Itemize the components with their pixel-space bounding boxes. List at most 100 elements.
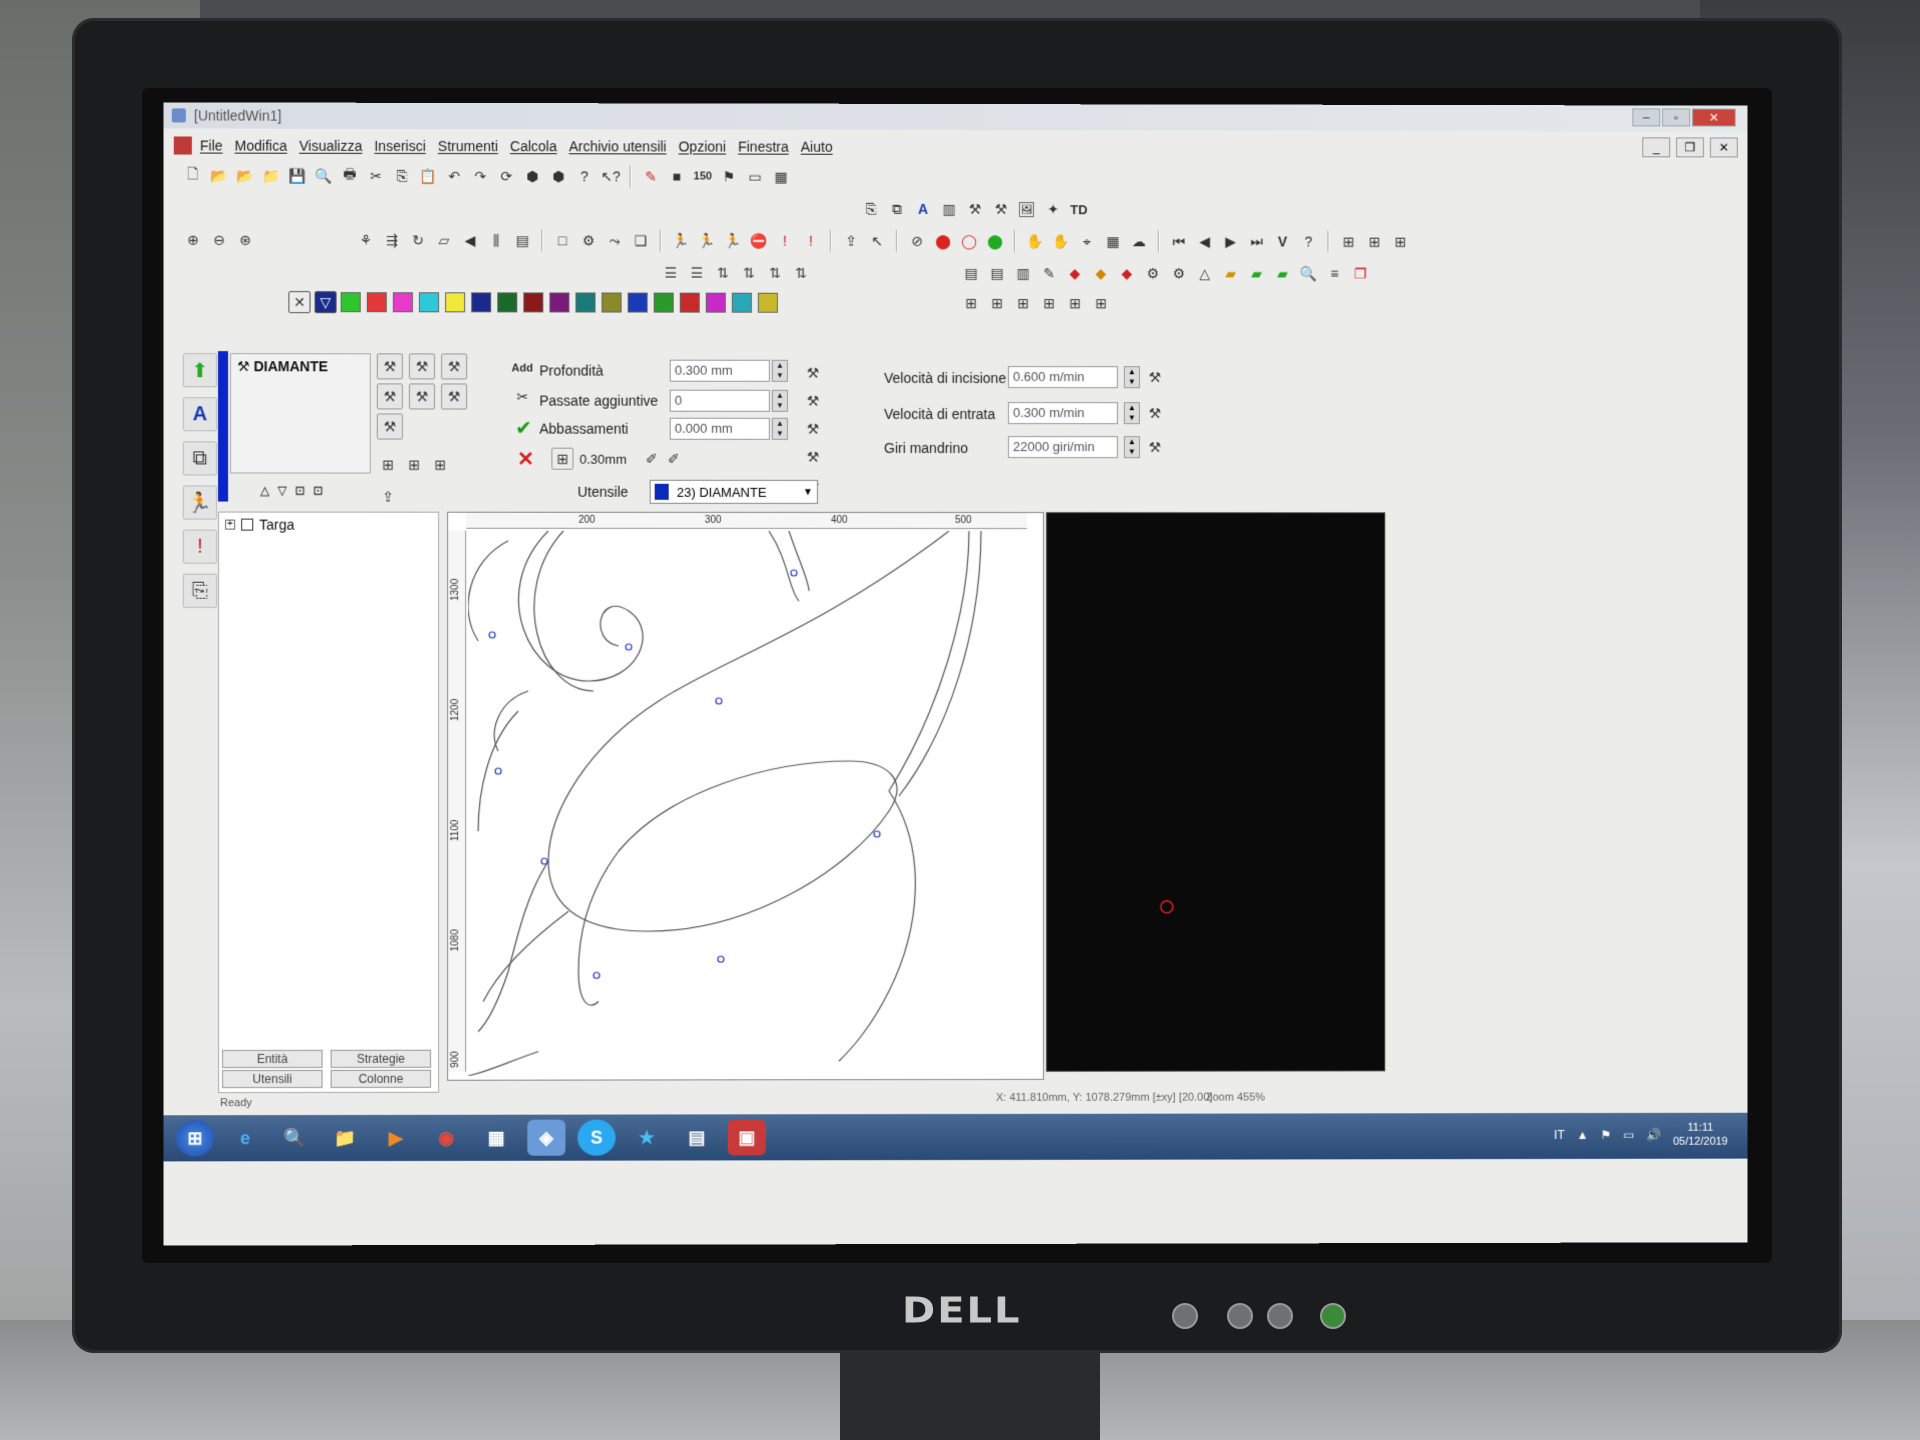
color-swatch[interactable]: [523, 292, 544, 313]
menu-visualizza[interactable]: Visualizza: [299, 138, 362, 154]
vector-drawing[interactable]: [468, 530, 1025, 1076]
notepad-icon[interactable]: ▤: [678, 1119, 716, 1155]
color-swatch[interactable]: [392, 292, 413, 313]
copy-icon[interactable]: ⎘: [391, 165, 413, 187]
giri-spinner[interactable]: ▲ ▼: [1123, 436, 1140, 459]
mdi-close-button[interactable]: ✕: [1709, 137, 1738, 158]
alert-icon[interactable]: !: [774, 230, 796, 252]
skype-icon[interactable]: S: [577, 1119, 616, 1156]
menu-calcola[interactable]: Calcola: [510, 138, 557, 154]
tab-strategie[interactable]: Strategie: [330, 1049, 432, 1068]
box-icon[interactable]: ▰: [1220, 262, 1242, 284]
flag-icon[interactable]: ⚑: [718, 166, 740, 188]
add-icon[interactable]: Add: [511, 357, 533, 379]
edit-icon[interactable]: ✎: [1038, 262, 1060, 284]
box-icon[interactable]: ▰: [1246, 262, 1268, 284]
language-indicator[interactable]: IT: [1554, 1128, 1565, 1142]
export-icon[interactable]: ⇪: [840, 230, 862, 252]
menu-aiuto[interactable]: Aiuto: [801, 139, 833, 155]
start-point-marker[interactable]: [789, 568, 798, 577]
color-swatch[interactable]: [757, 292, 778, 313]
no-color-icon[interactable]: ✕: [288, 291, 311, 314]
list-option-icon[interactable]: ⊡: [295, 484, 305, 498]
run-icon[interactable]: 🏃: [696, 230, 718, 252]
folder-icon[interactable]: 📁: [260, 165, 282, 187]
open-folder-icon[interactable]: 📂: [208, 165, 230, 187]
engraving-app-icon[interactable]: ▣: [727, 1119, 766, 1156]
search-icon[interactable]: 🔍: [276, 1120, 314, 1156]
select-icon[interactable]: ⌖: [1076, 230, 1098, 252]
color-swatch[interactable]: [340, 292, 361, 313]
picture-icon[interactable]: 🖼: [1016, 198, 1038, 220]
color-swatch[interactable]: [601, 292, 622, 313]
search-icon[interactable]: 🔍: [1298, 263, 1320, 285]
previous-icon[interactable]: ◀: [1194, 230, 1216, 252]
image-icon[interactable]: ▭: [744, 166, 766, 188]
color-swatch[interactable]: [575, 292, 596, 313]
save-icon[interactable]: 💾: [286, 165, 308, 187]
monitor-button[interactable]: [1227, 1303, 1253, 1329]
iso-150-icon[interactable]: 150: [692, 166, 714, 188]
context-help-icon[interactable]: ↖?: [600, 165, 622, 187]
sequence-icon[interactable]: ⊞: [377, 454, 399, 476]
new-file-icon[interactable]: 🗋: [182, 165, 204, 187]
shape-icon[interactable]: ☁: [1128, 230, 1150, 252]
text-align-icon[interactable]: ⊞: [1090, 292, 1112, 314]
chart-icon[interactable]: ▥: [938, 198, 960, 220]
print-icon[interactable]: 🖶: [339, 165, 361, 187]
monitor-button[interactable]: [1267, 1303, 1293, 1329]
profondita-field[interactable]: 0.300 mm: [669, 359, 770, 382]
alert-icon[interactable]: !: [800, 230, 822, 252]
cad-app-icon[interactable]: ◈: [527, 1119, 566, 1156]
undo-icon[interactable]: ↶: [443, 165, 465, 187]
copy-icon[interactable]: ⎘: [860, 198, 882, 220]
network-icon[interactable]: ▭: [1623, 1128, 1634, 1142]
text-align-icon[interactable]: ⊞: [960, 292, 982, 314]
menu-modifica[interactable]: Modifica: [235, 138, 287, 154]
marker-icon[interactable]: ◆: [1116, 262, 1138, 284]
start-button-icon[interactable]: ⊞: [175, 1120, 215, 1157]
first-icon[interactable]: ⏮: [1168, 230, 1190, 252]
chevron-up-icon[interactable]: ▲: [1577, 1128, 1589, 1142]
color-swatch[interactable]: [731, 292, 752, 313]
passate-spinner[interactable]: ▲ ▼: [771, 389, 788, 412]
volume-icon[interactable]: 🔊: [1646, 1128, 1661, 1142]
color-swatch[interactable]: [366, 292, 387, 313]
hand-icon[interactable]: ✋: [1024, 230, 1046, 252]
abbassamenti-field[interactable]: 0.000 mm: [669, 417, 770, 440]
box-icon[interactable]: ▰: [1272, 262, 1294, 284]
mdi-restore-button[interactable]: ❐: [1676, 137, 1704, 158]
duplicate-icon[interactable]: ⧉: [182, 441, 218, 476]
color-swatch[interactable]: [705, 292, 726, 313]
zoom-in-icon[interactable]: ⊕: [182, 229, 204, 251]
tool-list[interactable]: ⚒ DIAMANTE: [230, 353, 371, 474]
monitor-power-button[interactable]: [1320, 1303, 1346, 1329]
sort-icon[interactable]: ⇅: [712, 262, 734, 284]
list-icon[interactable]: ☰: [686, 262, 708, 284]
check-icon[interactable]: V: [1272, 231, 1294, 253]
color-swatch[interactable]: [497, 292, 518, 313]
tool-icon[interactable]: ⚒: [408, 353, 436, 380]
text-icon[interactable]: A: [912, 198, 934, 220]
layers-icon[interactable]: ▦: [1102, 230, 1124, 252]
sort-icon[interactable]: ⇅: [764, 262, 786, 284]
vel-incisione-icon[interactable]: ⚒: [1144, 366, 1166, 388]
duplicate-icon[interactable]: ⧉: [886, 198, 908, 220]
monitor-button[interactable]: [1172, 1303, 1198, 1329]
maximize-button[interactable]: ▫: [1662, 108, 1691, 127]
tool-select-icon[interactable]: ⬆: [182, 353, 218, 388]
tool-icon[interactable]: ⚒: [441, 353, 468, 380]
minimize-button[interactable]: –: [1632, 108, 1661, 127]
nodes-icon[interactable]: ⚘: [355, 229, 377, 251]
color-swatch[interactable]: [471, 292, 492, 313]
offset-icon[interactable]: ⊞: [551, 447, 574, 470]
tool-icon[interactable]: ⚒: [802, 446, 824, 468]
start-point-marker[interactable]: [594, 972, 600, 978]
last-icon[interactable]: ⏭: [1246, 230, 1268, 252]
chrome-icon[interactable]: ◉: [427, 1120, 465, 1156]
stop-square-icon[interactable]: ■: [666, 165, 688, 187]
menu-strumenti[interactable]: Strumenti: [438, 138, 498, 154]
gear-icon[interactable]: ⚙: [1168, 262, 1190, 284]
color-swatch[interactable]: [679, 292, 700, 313]
skew-icon[interactable]: ▱: [433, 229, 455, 251]
